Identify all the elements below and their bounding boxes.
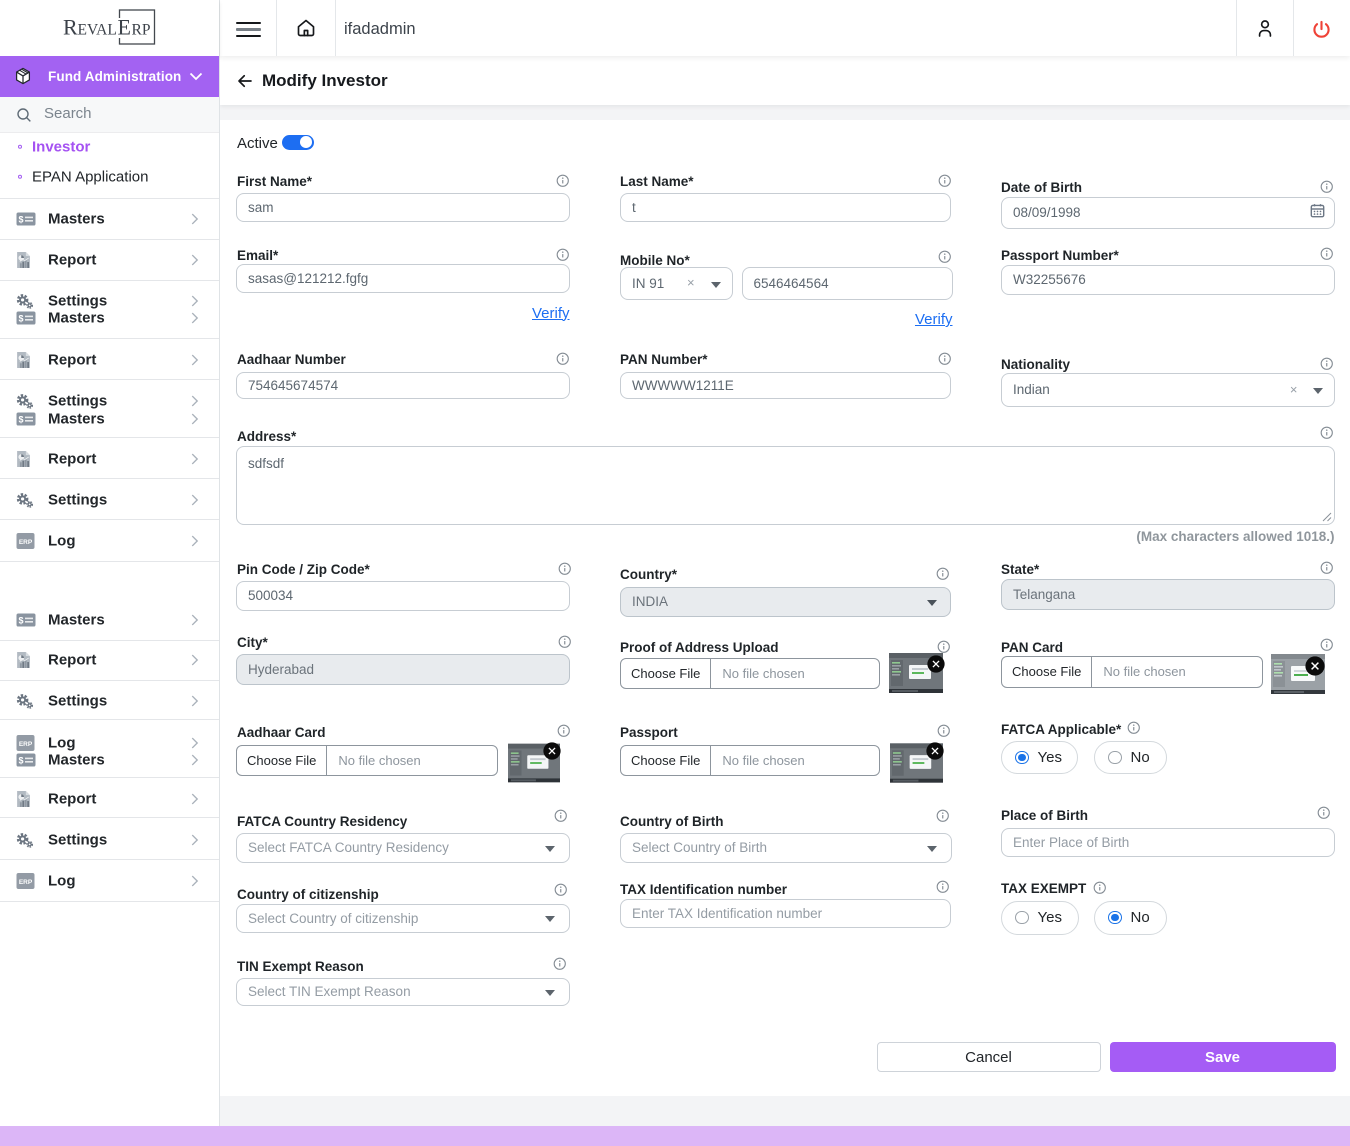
svg-text:E: E bbox=[118, 15, 131, 40]
svg-text:R: R bbox=[63, 15, 78, 40]
svg-text:EVAL: EVAL bbox=[78, 22, 117, 39]
svg-text:RP: RP bbox=[132, 22, 151, 39]
